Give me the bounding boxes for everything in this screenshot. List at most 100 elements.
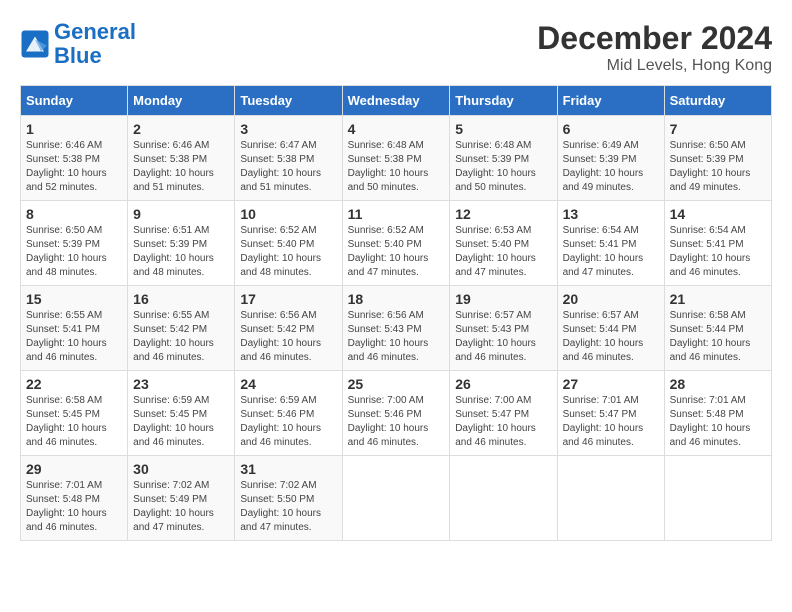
calendar-cell: 2 Sunrise: 6:46 AM Sunset: 5:38 PM Daylig… [128, 116, 235, 201]
calendar-week-3: 15 Sunrise: 6:55 AM Sunset: 5:41 PM Dayli… [21, 286, 772, 371]
day-number: 17 [240, 291, 336, 307]
day-number: 30 [133, 461, 229, 477]
day-number: 14 [670, 206, 766, 222]
calendar-cell [450, 456, 557, 541]
calendar-cell: 10Sunrise: 6:52 AM Sunset: 5:40 PM Dayli… [235, 201, 342, 286]
calendar-cell: 15 Sunrise: 6:55 AM Sunset: 5:41 PM Dayli… [21, 286, 128, 371]
day-info: Sunrise: 6:58 AM Sunset: 5:44 PM Dayligh… [670, 309, 766, 365]
logo-text: GeneralBlue [54, 20, 136, 68]
calendar-cell: 28Sunrise: 7:01 AM Sunset: 5:48 PM Dayli… [664, 371, 771, 456]
day-number: 25 [348, 376, 445, 392]
day-info: Sunrise: 7:02 AM Sunset: 5:49 PM Dayligh… [133, 479, 229, 535]
page-container: GeneralBlue December 2024 Mid Levels, Ho… [20, 20, 772, 541]
day-info: Sunrise: 6:54 AM Sunset: 5:41 PM Dayligh… [563, 224, 659, 280]
day-info: Sunrise: 6:55 AM Sunset: 5:41 PM Dayligh… [26, 309, 122, 365]
day-info: Sunrise: 6:46 AM Sunset: 5:38 PM Dayligh… [133, 139, 229, 195]
day-header-thursday: Thursday [450, 86, 557, 116]
day-number: 2 [133, 121, 229, 137]
day-number: 29 [26, 461, 122, 477]
day-header-wednesday: Wednesday [342, 86, 450, 116]
calendar-cell: 4Sunrise: 6:48 AM Sunset: 5:38 PM Daylig… [342, 116, 450, 201]
day-info: Sunrise: 7:00 AM Sunset: 5:46 PM Dayligh… [348, 394, 445, 450]
day-info: Sunrise: 6:48 AM Sunset: 5:39 PM Dayligh… [455, 139, 551, 195]
day-number: 3 [240, 121, 336, 137]
day-header-tuesday: Tuesday [235, 86, 342, 116]
calendar-cell: 5 Sunrise: 6:48 AM Sunset: 5:39 PM Daylig… [450, 116, 557, 201]
day-number: 11 [348, 206, 445, 222]
day-info: Sunrise: 6:46 AM Sunset: 5:38 PM Dayligh… [26, 139, 122, 195]
day-number: 13 [563, 206, 659, 222]
day-header-monday: Monday [128, 86, 235, 116]
day-header-friday: Friday [557, 86, 664, 116]
day-number: 20 [563, 291, 659, 307]
calendar-cell: 16Sunrise: 6:55 AM Sunset: 5:42 PM Dayli… [128, 286, 235, 371]
day-info: Sunrise: 6:57 AM Sunset: 5:43 PM Dayligh… [455, 309, 551, 365]
day-number: 1 [26, 121, 122, 137]
calendar-cell: 1 Sunrise: 6:46 AM Sunset: 5:38 PM Daylig… [21, 116, 128, 201]
day-info: Sunrise: 6:57 AM Sunset: 5:44 PM Dayligh… [563, 309, 659, 365]
day-number: 31 [240, 461, 336, 477]
calendar-week-4: 22Sunrise: 6:58 AM Sunset: 5:45 PM Dayli… [21, 371, 772, 456]
day-info: Sunrise: 6:50 AM Sunset: 5:39 PM Dayligh… [670, 139, 766, 195]
calendar-week-2: 8 Sunrise: 6:50 AM Sunset: 5:39 PM Daylig… [21, 201, 772, 286]
calendar-week-1: 1 Sunrise: 6:46 AM Sunset: 5:38 PM Daylig… [21, 116, 772, 201]
calendar-cell: 8 Sunrise: 6:50 AM Sunset: 5:39 PM Daylig… [21, 201, 128, 286]
day-number: 12 [455, 206, 551, 222]
day-number: 23 [133, 376, 229, 392]
day-info: Sunrise: 6:48 AM Sunset: 5:38 PM Dayligh… [348, 139, 445, 195]
calendar-cell: 19 Sunrise: 6:57 AM Sunset: 5:43 PM Dayli… [450, 286, 557, 371]
day-header-sunday: Sunday [21, 86, 128, 116]
day-info: Sunrise: 6:47 AM Sunset: 5:38 PM Dayligh… [240, 139, 336, 195]
calendar-cell: 14 Sunrise: 6:54 AM Sunset: 5:41 PM Dayli… [664, 201, 771, 286]
calendar-cell: 29 Sunrise: 7:01 AM Sunset: 5:48 PM Dayli… [21, 456, 128, 541]
logo: GeneralBlue [20, 20, 136, 68]
day-number: 6 [563, 121, 659, 137]
calendar-cell: 23Sunrise: 6:59 AM Sunset: 5:45 PM Dayli… [128, 371, 235, 456]
day-number: 9 [133, 206, 229, 222]
day-info: Sunrise: 7:01 AM Sunset: 5:47 PM Dayligh… [563, 394, 659, 450]
subtitle: Mid Levels, Hong Kong [537, 57, 772, 75]
calendar-cell: 3 Sunrise: 6:47 AM Sunset: 5:38 PM Daylig… [235, 116, 342, 201]
calendar-cell: 27 Sunrise: 7:01 AM Sunset: 5:47 PM Dayli… [557, 371, 664, 456]
calendar-cell: 13 Sunrise: 6:54 AM Sunset: 5:41 PM Dayli… [557, 201, 664, 286]
calendar-cell: 21 Sunrise: 6:58 AM Sunset: 5:44 PM Dayli… [664, 286, 771, 371]
day-info: Sunrise: 6:54 AM Sunset: 5:41 PM Dayligh… [670, 224, 766, 280]
day-number: 5 [455, 121, 551, 137]
day-info: Sunrise: 6:58 AM Sunset: 5:45 PM Dayligh… [26, 394, 122, 450]
calendar-cell [342, 456, 450, 541]
day-number: 28 [670, 376, 766, 392]
day-number: 27 [563, 376, 659, 392]
day-number: 18 [348, 291, 445, 307]
calendar-week-5: 29 Sunrise: 7:01 AM Sunset: 5:48 PM Dayli… [21, 456, 772, 541]
calendar-cell: 20 Sunrise: 6:57 AM Sunset: 5:44 PM Dayli… [557, 286, 664, 371]
day-info: Sunrise: 6:52 AM Sunset: 5:40 PM Dayligh… [348, 224, 445, 280]
day-number: 24 [240, 376, 336, 392]
day-info: Sunrise: 6:52 AM Sunset: 5:40 PM Dayligh… [240, 224, 336, 280]
day-number: 19 [455, 291, 551, 307]
day-info: Sunrise: 6:56 AM Sunset: 5:42 PM Dayligh… [240, 309, 336, 365]
logo-icon [20, 29, 50, 59]
day-info: Sunrise: 6:49 AM Sunset: 5:39 PM Dayligh… [563, 139, 659, 195]
calendar-cell: 24Sunrise: 6:59 AM Sunset: 5:46 PM Dayli… [235, 371, 342, 456]
calendar-cell: 17 Sunrise: 6:56 AM Sunset: 5:42 PM Dayli… [235, 286, 342, 371]
day-info: Sunrise: 6:51 AM Sunset: 5:39 PM Dayligh… [133, 224, 229, 280]
title-section: December 2024 Mid Levels, Hong Kong [537, 20, 772, 75]
calendar-cell [557, 456, 664, 541]
calendar-cell: 31Sunrise: 7:02 AM Sunset: 5:50 PM Dayli… [235, 456, 342, 541]
day-number: 8 [26, 206, 122, 222]
calendar-cell: 9 Sunrise: 6:51 AM Sunset: 5:39 PM Daylig… [128, 201, 235, 286]
day-info: Sunrise: 6:56 AM Sunset: 5:43 PM Dayligh… [348, 309, 445, 365]
calendar-header-row: SundayMondayTuesdayWednesdayThursdayFrid… [21, 86, 772, 116]
day-info: Sunrise: 7:01 AM Sunset: 5:48 PM Dayligh… [26, 479, 122, 535]
header: GeneralBlue December 2024 Mid Levels, Ho… [20, 20, 772, 75]
day-number: 21 [670, 291, 766, 307]
day-info: Sunrise: 7:00 AM Sunset: 5:47 PM Dayligh… [455, 394, 551, 450]
day-number: 7 [670, 121, 766, 137]
day-number: 15 [26, 291, 122, 307]
calendar-cell [664, 456, 771, 541]
calendar-cell: 11 Sunrise: 6:52 AM Sunset: 5:40 PM Dayli… [342, 201, 450, 286]
day-info: Sunrise: 6:50 AM Sunset: 5:39 PM Dayligh… [26, 224, 122, 280]
day-number: 26 [455, 376, 551, 392]
day-number: 16 [133, 291, 229, 307]
calendar-cell: 25 Sunrise: 7:00 AM Sunset: 5:46 PM Dayli… [342, 371, 450, 456]
